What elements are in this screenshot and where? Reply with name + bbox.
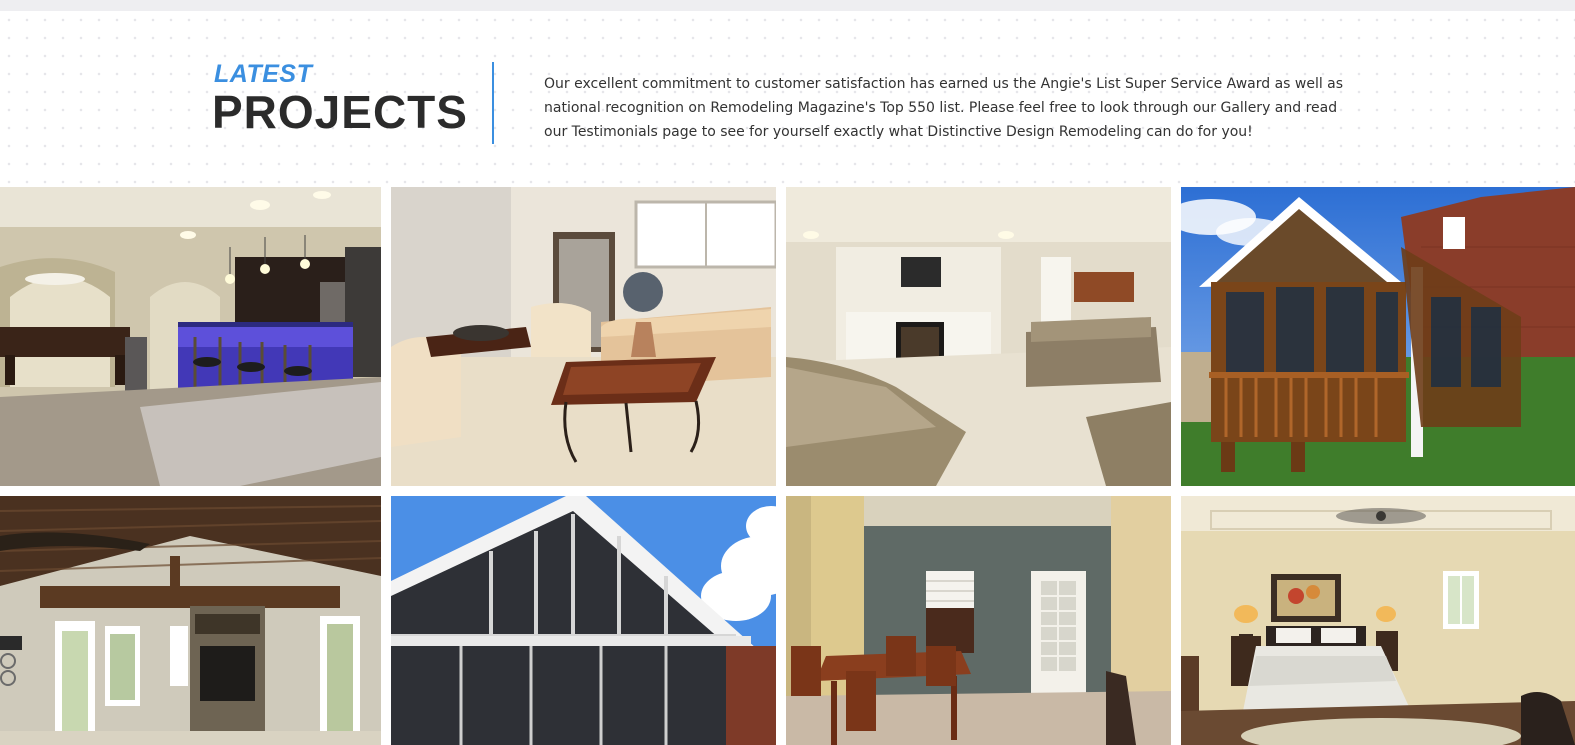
gallery-image-dining-room[interactable] bbox=[786, 496, 1171, 745]
gallery-image-basement-bar[interactable] bbox=[0, 187, 381, 486]
gallery-image-bedroom[interactable] bbox=[1181, 496, 1575, 745]
section-description: Our excellent commitment to customer sat… bbox=[544, 76, 1344, 140]
section-title: PROJECTS bbox=[212, 86, 468, 138]
project-gallery bbox=[0, 187, 1575, 745]
gallery-image-screened-porch[interactable] bbox=[1181, 187, 1575, 486]
gallery-image-living-room[interactable] bbox=[391, 187, 776, 486]
title-divider bbox=[492, 62, 494, 144]
latest-projects-intro: LATEST PROJECTS Our excellent commitment… bbox=[0, 11, 1575, 187]
gallery-image-vaulted-family-room[interactable] bbox=[0, 496, 381, 745]
gallery-image-porch-gable[interactable] bbox=[391, 496, 776, 745]
top-bar bbox=[0, 0, 1575, 11]
gallery-image-finished-basement[interactable] bbox=[786, 187, 1171, 486]
